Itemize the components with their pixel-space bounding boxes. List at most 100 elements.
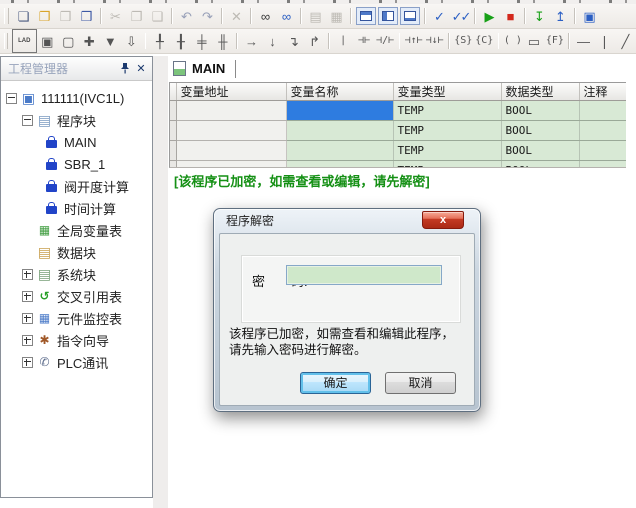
close-panel-icon[interactable]: ✕ bbox=[134, 62, 148, 76]
function-block-icon[interactable] bbox=[523, 31, 544, 51]
expand-icon[interactable] bbox=[22, 357, 33, 368]
tree-item-time-calc[interactable]: 时间计算 bbox=[1, 197, 152, 219]
view-project-window-icon[interactable] bbox=[356, 7, 376, 25]
output-coil-icon[interactable] bbox=[502, 31, 523, 51]
empty-box-icon[interactable] bbox=[58, 31, 79, 51]
upload-program-icon[interactable] bbox=[550, 6, 571, 26]
insert-down-hollow-icon[interactable] bbox=[121, 31, 142, 51]
expand-icon[interactable] bbox=[22, 291, 33, 302]
line-right-icon[interactable] bbox=[241, 31, 262, 51]
falling-pulse-contact-icon[interactable] bbox=[424, 31, 445, 51]
cell-name[interactable] bbox=[286, 141, 393, 161]
cell-vtype[interactable]: TEMP bbox=[393, 121, 501, 141]
tree-item-cross-ref[interactable]: 交叉引用表 bbox=[1, 285, 152, 307]
tree-item-system-block[interactable]: 系统块 bbox=[1, 263, 152, 285]
cell-dtype[interactable]: BOOL bbox=[501, 161, 579, 169]
crosshair-icon[interactable] bbox=[79, 31, 100, 51]
view-output-window-icon[interactable] bbox=[400, 7, 420, 25]
expand-icon[interactable] bbox=[22, 313, 33, 324]
tree-item-valve-calc[interactable]: 阀开度计算 bbox=[1, 175, 152, 197]
tree-item-program-blocks[interactable]: 程序块 bbox=[1, 109, 152, 131]
col-header-addr[interactable]: 变量地址 bbox=[176, 83, 286, 101]
collapse-icon[interactable] bbox=[22, 115, 33, 126]
cell-addr[interactable] bbox=[176, 121, 286, 141]
cell-dtype[interactable]: BOOL bbox=[501, 101, 579, 121]
horizontal-line-icon[interactable] bbox=[573, 31, 594, 51]
tree-item-sbr1[interactable]: SBR_1 bbox=[1, 153, 152, 175]
closed-contact-icon[interactable] bbox=[375, 31, 396, 51]
undo-icon[interactable] bbox=[176, 6, 197, 26]
line-down-icon[interactable] bbox=[262, 31, 283, 51]
download-program-icon[interactable] bbox=[529, 6, 550, 26]
print-icon[interactable] bbox=[326, 6, 347, 26]
cell-addr[interactable] bbox=[176, 141, 286, 161]
print-preview-icon[interactable] bbox=[305, 6, 326, 26]
special-coil-icon[interactable] bbox=[544, 31, 565, 51]
col-header-name[interactable]: 变量名称 bbox=[286, 83, 393, 101]
cell-addr[interactable] bbox=[176, 101, 286, 121]
cell-name-selected[interactable] bbox=[286, 101, 393, 121]
instruction-box-icon[interactable] bbox=[37, 31, 58, 51]
tree-item-global-vars[interactable]: 全局变量表 bbox=[1, 219, 152, 241]
cell-name[interactable] bbox=[286, 121, 393, 141]
redo-icon[interactable] bbox=[197, 6, 218, 26]
delete-line-icon[interactable] bbox=[615, 31, 636, 51]
lad-editor-icon[interactable] bbox=[12, 29, 37, 53]
col-header-comment[interactable]: 注释 bbox=[579, 83, 626, 101]
paste-icon[interactable] bbox=[147, 6, 168, 26]
cell-dtype[interactable]: BOOL bbox=[501, 141, 579, 161]
cell-comment[interactable] bbox=[579, 121, 626, 141]
save-all-icon[interactable] bbox=[76, 6, 97, 26]
tab-main[interactable]: MAIN bbox=[192, 61, 225, 76]
cell-name[interactable] bbox=[286, 161, 393, 169]
tree-item-instruction-wizard[interactable]: 指令向导 bbox=[1, 329, 152, 351]
cell-comment[interactable] bbox=[579, 141, 626, 161]
ok-button[interactable]: 确定 bbox=[300, 372, 371, 394]
cell-vtype[interactable]: TEMP bbox=[393, 161, 501, 169]
compile-all-icon[interactable] bbox=[450, 6, 471, 26]
ladder-branch-tool-4-icon[interactable] bbox=[212, 31, 233, 51]
line-corner-down-icon[interactable] bbox=[283, 31, 304, 51]
collapse-icon[interactable] bbox=[6, 93, 17, 104]
col-header-dtype[interactable]: 数据类型 bbox=[501, 83, 579, 101]
find-icon[interactable] bbox=[255, 6, 276, 26]
tree-item-main[interactable]: MAIN bbox=[1, 131, 152, 153]
vertical-line-icon[interactable] bbox=[594, 31, 615, 51]
ladder-branch-tool-1-icon[interactable] bbox=[149, 31, 170, 51]
cancel-button[interactable]: 取消 bbox=[385, 372, 456, 394]
tree-item-project-root[interactable]: 111111(IVC1L) bbox=[1, 87, 152, 109]
open-contact-icon[interactable] bbox=[354, 31, 375, 51]
view-split-window-icon[interactable] bbox=[378, 7, 398, 25]
cell-dtype[interactable]: BOOL bbox=[501, 121, 579, 141]
delete-icon[interactable] bbox=[226, 6, 247, 26]
ladder-branch-tool-2-icon[interactable] bbox=[170, 31, 191, 51]
compile-icon[interactable] bbox=[429, 6, 450, 26]
find-in-project-icon[interactable] bbox=[276, 6, 297, 26]
set-coil-icon[interactable] bbox=[453, 31, 474, 51]
pin-icon[interactable] bbox=[118, 62, 132, 76]
clear-coil-icon[interactable] bbox=[474, 31, 495, 51]
expand-icon[interactable] bbox=[22, 335, 33, 346]
toolbar-grip[interactable] bbox=[4, 33, 8, 49]
open-file-icon[interactable] bbox=[34, 6, 55, 26]
new-file-icon[interactable] bbox=[13, 6, 34, 26]
expand-icon[interactable] bbox=[22, 269, 33, 280]
copy-icon[interactable] bbox=[126, 6, 147, 26]
cell-addr[interactable] bbox=[176, 161, 286, 169]
run-icon[interactable] bbox=[479, 6, 500, 26]
ladder-branch-tool-3-icon[interactable] bbox=[191, 31, 212, 51]
line-corner-up-icon[interactable] bbox=[304, 31, 325, 51]
vertical-segment-icon[interactable] bbox=[333, 31, 354, 51]
stop-icon[interactable] bbox=[500, 6, 521, 26]
cell-comment[interactable] bbox=[579, 161, 626, 169]
insert-down-icon[interactable] bbox=[100, 31, 121, 51]
tree-item-plc-comm[interactable]: PLC通讯 bbox=[1, 351, 152, 373]
rising-pulse-contact-icon[interactable] bbox=[403, 31, 424, 51]
save-icon[interactable] bbox=[55, 6, 76, 26]
cell-vtype[interactable]: TEMP bbox=[393, 101, 501, 121]
cell-vtype[interactable]: TEMP bbox=[393, 141, 501, 161]
tree-item-data-block[interactable]: 数据块 bbox=[1, 241, 152, 263]
password-input[interactable] bbox=[286, 265, 442, 285]
monitor-icon[interactable] bbox=[579, 6, 600, 26]
panel-splitter[interactable] bbox=[153, 56, 169, 508]
